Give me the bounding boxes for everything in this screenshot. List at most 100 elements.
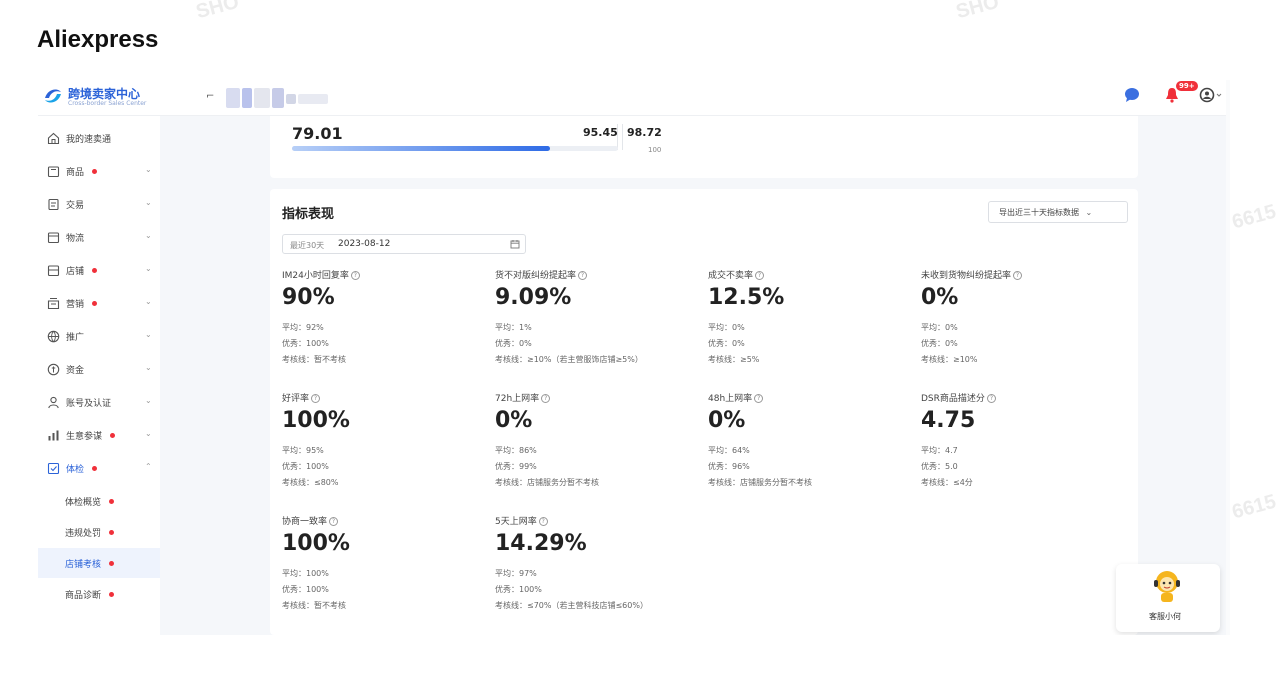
metric-threshold: 考核线：≤4分 (921, 478, 973, 487)
metric-im24-reply-rate: IM24小时回复率? 90% 平均：92% 优秀：100% 考核线：暂不考核 (282, 268, 492, 378)
sidebar-subitem-label: 体检概览 (65, 498, 102, 508)
metric-value: 14.29% (495, 531, 587, 556)
sidebar-item-label: 推广 (66, 333, 85, 343)
metric-title: 未收到货物纠纷提起率 (921, 271, 1012, 281)
metric-5day-online-rate: 5天上网率? 14.29% 平均：97% 优秀：100% 考核线：≤70%（若主… (495, 514, 705, 624)
help-icon[interactable]: ? (755, 271, 765, 280)
metric-average: 平均：4.7 (921, 446, 958, 455)
export-dropdown-button[interactable]: 导出近三十天指标数据 ⌄ (988, 201, 1128, 223)
metric-value: 100% (282, 408, 350, 433)
alert-dot (110, 433, 115, 438)
metric-value: 0% (708, 408, 746, 433)
metric-value: 100% (282, 531, 350, 556)
metric-value: 0% (495, 408, 533, 433)
alert-dot (92, 466, 97, 471)
store-switcher[interactable]: ⌐ (200, 82, 334, 112)
metric-positive-rating-rate: 好评率? 100% 平均：95% 优秀：100% 考核线：≤80% (282, 391, 492, 501)
chevron-down-icon: ⌄ (145, 198, 152, 207)
chevron-down-icon: ⌄ (1085, 208, 1093, 217)
chevron-down-icon: ⌄ (145, 165, 152, 174)
alert-dot (109, 530, 114, 535)
sidebar-subitem-store-assessment[interactable]: 店铺考核 (38, 548, 160, 578)
score-mark-2: 98.72 (627, 126, 662, 139)
sidebar-item-funds[interactable]: 资金 ⌄ (38, 355, 160, 385)
sidebar-item-home[interactable]: 我的速卖通 (38, 124, 160, 154)
metric-threshold: 考核线：暂不考核 (282, 355, 346, 364)
chat-icon[interactable] (1124, 87, 1140, 103)
metrics-card-title: 指标表现 (282, 207, 335, 222)
sidebar-item-orders[interactable]: 交易 ⌄ (38, 190, 160, 220)
metric-average: 平均：95% (282, 446, 324, 455)
help-icon[interactable]: ? (541, 394, 551, 403)
sidebar-item-health-check[interactable]: 体检 ⌃ (38, 454, 160, 484)
help-icon[interactable]: ? (311, 394, 321, 403)
metric-value: 9.09% (495, 285, 572, 310)
notification-badge: 99+ (1176, 81, 1198, 91)
sidebar-subitem-product-diagnosis[interactable]: 商品诊断 (38, 579, 160, 609)
help-icon[interactable]: ? (350, 271, 360, 280)
help-icon[interactable]: ? (986, 394, 996, 403)
sidebar-item-label: 商品 (66, 168, 85, 178)
home-icon (47, 132, 60, 145)
redacted-block (286, 94, 296, 104)
sidebar-subitem-checkup-overview[interactable]: 体检概览 (38, 486, 160, 516)
metric-excellent: 优秀：0% (921, 339, 958, 348)
score-card: 79.01 95.45 98.72 100 (270, 116, 1138, 178)
date-picker[interactable]: 最近30天 2023-08-12 (282, 234, 526, 254)
metric-excellent: 优秀：100% (282, 339, 329, 348)
sidebar-item-marketing[interactable]: 营销 ⌄ (38, 289, 160, 319)
metric-title: 72h上网率 (495, 394, 540, 404)
sidebar-subitem-label: 商品诊断 (65, 591, 102, 601)
mascot-icon (1154, 571, 1180, 602)
chevron-up-icon: ⌃ (145, 462, 152, 471)
sidebar-item-label: 店铺 (66, 267, 85, 277)
sidebar-item-store[interactable]: 店铺 ⌄ (38, 256, 160, 286)
product-icon (47, 166, 60, 178)
sidebar-subitem-label: 店铺考核 (65, 560, 102, 570)
metric-average: 平均：97% (495, 569, 537, 578)
frame-edge (1226, 80, 1230, 635)
customer-service-widget[interactable]: 客服小何 (1116, 564, 1220, 632)
chevron-down-icon: ⌄ (145, 330, 152, 339)
sidebar-item-logistics[interactable]: 物流 ⌄ (38, 223, 160, 253)
sidebar-item-products[interactable]: 商品 ⌄ (38, 157, 160, 187)
help-icon[interactable]: ? (578, 271, 588, 280)
logo-subtitle: Cross-border Sales Center (68, 100, 147, 107)
sidebar-item-label: 交易 (66, 201, 85, 211)
metric-title: 好评率 (282, 394, 310, 404)
metric-not-received-dispute-rate: 未收到货物纠纷提起率? 0% 平均：0% 优秀：0% 考核线：≥10% (921, 268, 1131, 378)
metric-threshold: 考核线：≤80% (282, 478, 339, 487)
logo-icon[interactable] (42, 86, 64, 106)
watermark: SHO (953, 0, 1002, 24)
logistics-icon (47, 232, 60, 244)
sidebar-item-business-advisor[interactable]: 生意参谋 ⌄ (38, 421, 160, 451)
score-mark-1: 95.45 (583, 126, 618, 139)
metric-threshold: 考核线：≥10%（若主营服饰店铺≥5%） (495, 355, 643, 364)
help-icon[interactable]: ? (538, 517, 548, 526)
watermark: SHO (193, 0, 242, 24)
metric-title: 5天上网率 (495, 517, 537, 527)
metric-title: 48h上网率 (708, 394, 753, 404)
metric-title: IM24小时回复率 (282, 271, 349, 281)
help-icon[interactable]: ? (754, 394, 764, 403)
metric-value: 90% (282, 285, 335, 310)
user-avatar-icon[interactable] (1199, 87, 1223, 103)
sidebar-subitem-violations[interactable]: 违规处罚 (38, 517, 160, 547)
metric-unfulfilled-rate: 成交不卖率? 12.5% 平均：0% 优秀：0% 考核线：≥5% (708, 268, 918, 378)
watermark: 6615 (1229, 200, 1279, 234)
help-icon[interactable]: ? (329, 517, 339, 526)
score-bar-end-label: 100 (648, 146, 662, 154)
sidebar-item-promotion[interactable]: 推广 ⌄ (38, 322, 160, 352)
sidebar-item-label: 资金 (66, 366, 85, 376)
marketing-icon (47, 297, 60, 310)
help-icon[interactable]: ? (1013, 271, 1023, 280)
sidebar: 我的速卖通 商品 ⌄ 交易 ⌄ 物流 ⌄ 店铺 ⌄ 营销 ⌄ 推广 ⌄ 资金 ⌄… (38, 116, 160, 635)
chevron-down-icon: ⌄ (145, 231, 152, 240)
screenshot-frame: 跨境卖家中心 Cross-border Sales Center ⌐ 99+ 我… (38, 80, 1226, 635)
sidebar-item-account[interactable]: 账号及认证 ⌄ (38, 388, 160, 418)
metric-threshold: 考核线：店铺服务分暂不考核 (708, 478, 812, 487)
metric-excellent: 优秀：96% (708, 462, 750, 471)
sidebar-item-label: 物流 (66, 234, 85, 244)
metric-average: 平均：0% (708, 323, 745, 332)
metric-title: 成交不卖率 (708, 271, 754, 281)
